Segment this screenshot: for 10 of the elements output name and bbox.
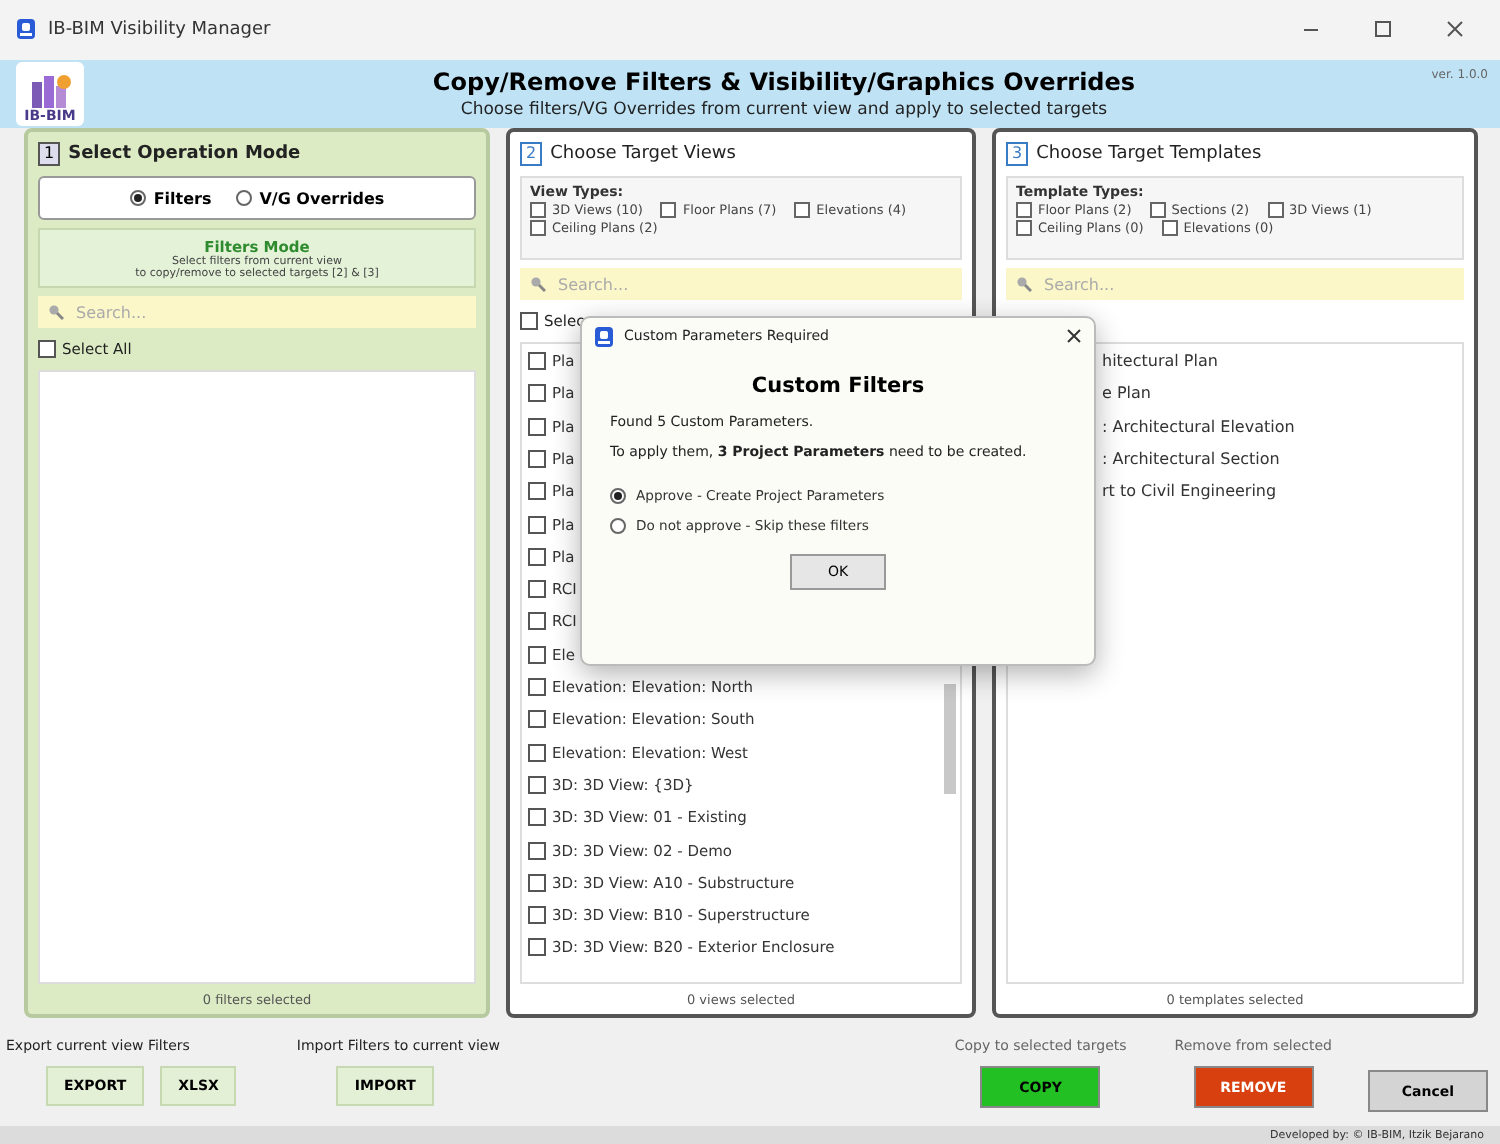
panel-title: Select Operation Mode [68, 144, 301, 165]
panel-title: Choose Target Views [550, 144, 736, 165]
step-number: 2 [520, 142, 543, 167]
step-number: 1 [38, 142, 61, 167]
dialog-heading: Custom Filters [749, 374, 927, 398]
step-number: 3 [1006, 142, 1029, 167]
app-subtitle: Choose filters/VG Overrides from current view and apply to selected targets [460, 100, 1108, 121]
window-title: IB-BIM Visibility Manager [48, 19, 273, 40]
panel-title: Choose Target Templates [1036, 144, 1262, 165]
app-heading: Copy/Remove Filters & Visibility/Graphics Overrides [432, 68, 1136, 97]
